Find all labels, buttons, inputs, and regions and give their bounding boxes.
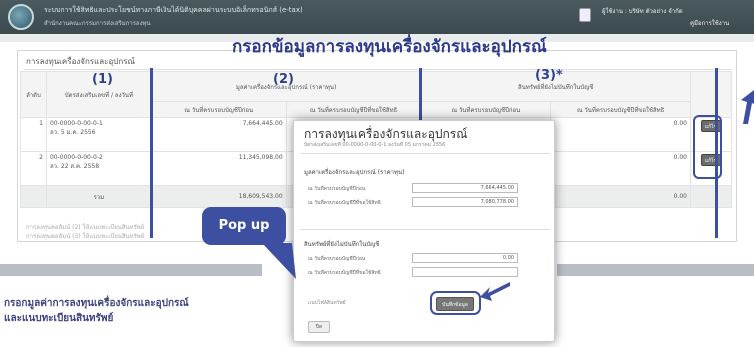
popup-label-value-curr: ณ วันที่ครบรอบบัญชีปีที่ขอใช้สิทธิ <box>308 200 381 206</box>
cert-date: ลว. 22 ส.ค. 2558 <box>49 163 100 170</box>
sum-value-prev: 18,609,543.00 <box>150 185 287 208</box>
bottom-caption: กรอกมูลค่าการลงทุนเครื่องจักรและอุปกรณ์ … <box>4 296 189 326</box>
save-button-highlight <box>430 291 481 315</box>
cert-number: 00-0000-0-00-0-1 <box>49 120 103 127</box>
popup-divider <box>300 153 550 154</box>
caption-line-2: และแนบทะเบียนสินทรัพย์ <box>4 313 114 324</box>
screenshot-stage: ระบบการใช้สิทธิและประโยชน์ทางภาษีเงินได้… <box>0 0 754 347</box>
edit-buttons-highlight <box>693 115 722 179</box>
section-title: การลงทุนเครื่องจักรและอุปกรณ์ <box>26 57 135 66</box>
cert-date: ลว. 5 ม.ค. 2556 <box>49 129 96 136</box>
row-cert: 00-0000-0-00-0-2 ลว. 22 ส.ค. 2558 <box>45 151 152 186</box>
col-sub-curr: ณ วันที่ครบรอบบัญชีปีที่ขอใช้สิทธิ <box>550 101 691 118</box>
edit-popup-dialog: การลงทุนเครื่องจักรและอุปกรณ์ บัตรส่งเสร… <box>293 120 555 342</box>
asset-curr-input[interactable] <box>412 267 518 277</box>
popup-tag: Pop up <box>202 207 286 245</box>
popup-subtitle: บัตรส่งเสริมเลขที่ 00-0000-0-00-0-1 ลงวั… <box>304 142 446 148</box>
annotation-col1: (1) <box>92 72 113 87</box>
popup-label-asset-prev: ณ วันที่ครบรอบบัญชีปีก่อน <box>308 256 366 262</box>
manual-link[interactable]: คู่มือการใช้งาน <box>690 18 729 28</box>
popup-section-asset: สินทรัพย์ที่ยังไม่บันทึกในบัญชี <box>304 241 380 248</box>
close-button[interactable]: ปิด <box>308 321 330 333</box>
caption-line-1: กรอกมูลค่าการลงทุนเครื่องจักรและอุปกรณ์ <box>4 298 189 309</box>
app-header: ระบบการใช้สิทธิและประโยชน์ทางภาษีเงินได้… <box>0 0 754 34</box>
annotation-col2: (2) <box>273 72 294 87</box>
row-no: 2 <box>20 151 47 186</box>
sum-spacer <box>20 185 47 208</box>
row-no: 1 <box>20 117 47 152</box>
row-value-prev: 7,664,445.00 <box>150 117 287 152</box>
col-header-action <box>689 71 733 118</box>
row-asset-curr: 0.00 <box>550 151 691 186</box>
col-sub-prev: ณ วันที่ครบรอบบัญชีปีก่อน <box>420 101 552 118</box>
column-divider-marker <box>150 68 153 238</box>
popup-tag-pointer <box>262 243 296 279</box>
value-curr-input[interactable]: 7,080,778.00 <box>412 197 518 207</box>
row-value-prev: 11,345,098.00 <box>150 151 287 186</box>
value-prev-input[interactable]: 7,664,445.00 <box>412 183 518 193</box>
section-divider <box>24 69 732 70</box>
attach-file-label[interactable]: แนบไฟล์สินทรัพย์ <box>308 299 346 307</box>
arrow-to-edit-icon <box>741 90 754 124</box>
cert-number: 00-0000-0-00-0-2 <box>49 154 103 161</box>
annotation-col3: (3)* <box>535 68 563 83</box>
row-cert: 00-0000-0-00-0-1 ลว. 5 ม.ค. 2556 <box>45 117 152 152</box>
note-col2: การลงทุนคอลัมน์ (2) ให้แนบทะเบียนสินทรัพ… <box>26 224 145 231</box>
background-band <box>557 264 754 276</box>
popup-label-value-prev: ณ วันที่ครบรอบบัญชีปีก่อน <box>308 186 366 192</box>
col-sub-curr: ณ วันที่ครบรอบบัญชีปีที่ขอใช้สิทธิ <box>285 101 422 118</box>
popup-section-value: มูลค่าเครื่องจักรและอุปกรณ์ (ราคาทุน) <box>304 169 405 176</box>
agency-name: สำนักงานคณะกรรมการส่งเสริมการลงทุน <box>44 20 151 27</box>
notification-icon[interactable] <box>579 8 591 22</box>
sum-label: รวม <box>45 185 152 208</box>
system-title: ระบบการใช้สิทธิและประโยชน์ทางภาษีเงินได้… <box>44 6 303 14</box>
asset-prev-input[interactable]: 0.00 <box>412 253 518 263</box>
user-info[interactable]: ผู้ใช้งาน : บริษัท ตัวอย่าง จำกัด <box>602 6 683 16</box>
sum-action <box>689 185 733 208</box>
attachment-notes: การลงทุนคอลัมน์ (2) ให้แนบทะเบียนสินทรัพ… <box>26 223 144 241</box>
popup-label-asset-curr: ณ วันที่ครบรอบบัญชีปีที่ขอใช้สิทธิ <box>308 270 381 276</box>
popup-divider <box>300 229 550 230</box>
row-asset-curr: 0.00 <box>550 117 691 152</box>
note-col3: การลงทุนคอลัมน์ (3) ให้แนบทะเบียนสินทรัพ… <box>26 233 145 240</box>
col-sub-prev: ณ วันที่ครบรอบบัญชีปีก่อน <box>150 101 287 118</box>
annotation-title: กรอกข้อมูลการลงทุนเครื่องจักรและอุปกรณ์ <box>232 37 547 57</box>
agency-logo <box>8 4 34 30</box>
col-header-no: ลำดับ <box>20 71 47 118</box>
arrow-to-save-icon <box>480 282 510 301</box>
sum-asset-curr: 0.00 <box>550 185 691 208</box>
background-band <box>0 264 262 276</box>
